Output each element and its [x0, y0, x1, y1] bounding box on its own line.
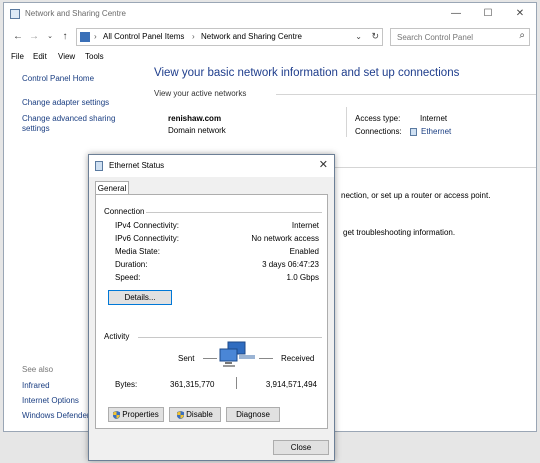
breadcrumb-network-and-sharing-centre[interactable]: Network and Sharing Centre	[201, 32, 302, 41]
media-state-label: Media State:	[115, 247, 160, 256]
speed-value: 1.0 Gbps	[286, 273, 319, 282]
properties-label: Properties	[122, 410, 159, 419]
network-type: Domain network	[168, 126, 226, 135]
ethernet-link-text: Ethernet	[421, 127, 452, 136]
network-name: renishaw.com	[168, 114, 222, 123]
vertical-divider	[346, 107, 347, 137]
control-panel-icon	[80, 32, 90, 42]
minimize-button[interactable]: —	[440, 3, 472, 25]
up-arrow-icon[interactable]: ↑	[59, 30, 71, 44]
address-bar[interactable]: › All Control Panel Items › Network and …	[76, 28, 383, 46]
section-divider	[276, 94, 536, 95]
window-title: Network and Sharing Centre	[25, 9, 126, 18]
uac-shield-icon	[177, 410, 185, 419]
uac-shield-icon	[113, 410, 121, 419]
general-tab-panel: Connection IPv4 Connectivity: Internet I…	[95, 194, 328, 429]
properties-button[interactable]: Properties	[108, 407, 164, 422]
ethernet-icon	[410, 127, 417, 136]
partial-text-troubleshoot: get troubleshooting information.	[343, 228, 456, 237]
ipv6-label: IPv6 Connectivity:	[115, 234, 180, 243]
control-panel-home-link[interactable]: Control Panel Home	[22, 74, 94, 84]
maximize-button[interactable]: ☐	[472, 3, 504, 25]
partial-text-router: nection, or set up a router or access po…	[341, 191, 491, 200]
dialog-title: Ethernet Status	[109, 161, 165, 170]
refresh-icon[interactable]: ↻	[371, 31, 379, 42]
menu-file[interactable]: File	[11, 52, 24, 61]
network-app-icon	[10, 9, 20, 19]
back-arrow-icon[interactable]: ←	[12, 30, 24, 44]
bytes-divider	[236, 377, 237, 389]
breadcrumb-separator-icon[interactable]: ›	[192, 32, 195, 41]
search-input[interactable]	[397, 31, 509, 43]
disable-button[interactable]: Disable	[169, 407, 221, 422]
breadcrumb-all-control-panel-items[interactable]: All Control Panel Items	[103, 32, 184, 41]
ethernet-icon	[95, 161, 103, 171]
connections-label: Connections:	[355, 127, 402, 136]
bytes-sent-value: 361,315,770	[170, 380, 215, 389]
received-label: Received	[281, 354, 315, 363]
connection-group-label: Connection	[104, 207, 145, 216]
address-dropdown-icon[interactable]: ⌄	[355, 32, 362, 41]
change-adapter-settings-link[interactable]: Change adapter settings	[22, 98, 109, 108]
activity-group-line	[138, 337, 322, 338]
tab-general[interactable]: General	[95, 181, 129, 195]
received-dash	[259, 358, 273, 359]
title-bar: Network and Sharing Centre — ☐ ✕	[4, 3, 536, 25]
speed-label: Speed:	[115, 273, 141, 282]
connection-group-line	[146, 212, 322, 213]
access-type-label: Access type:	[355, 114, 401, 123]
see-also-heading: See also	[22, 365, 54, 374]
active-networks-label: View your active networks	[154, 89, 247, 98]
bytes-label: Bytes:	[115, 380, 138, 389]
windows-defender-link[interactable]: Windows Defender	[22, 411, 90, 421]
activity-group-label: Activity	[104, 332, 130, 341]
bytes-received-value: 3,914,571,494	[265, 380, 317, 389]
dialog-close-icon[interactable]: ✕	[319, 158, 328, 171]
connections-link[interactable]: Ethernet	[410, 127, 451, 136]
menu-view[interactable]: View	[58, 52, 75, 61]
change-advanced-sharing-link[interactable]: Change advanced sharing settings	[22, 114, 122, 134]
breadcrumb-separator-icon[interactable]: ›	[94, 32, 97, 41]
ethernet-status-dialog: Ethernet Status ✕ General Connection IPv…	[88, 154, 335, 461]
media-state-value: Enabled	[289, 247, 319, 256]
close-dialog-button[interactable]: Close	[273, 440, 329, 455]
address-row: ← → ⌄ ↑ › All Control Panel Items › Netw…	[4, 25, 536, 49]
search-icon[interactable]: ⌕	[519, 30, 525, 41]
network-computers-icon	[219, 341, 255, 367]
dialog-title-bar: Ethernet Status ✕	[89, 155, 334, 177]
menu-bar: File Edit View Tools	[4, 50, 536, 64]
page-heading: View your basic network information and …	[154, 67, 460, 79]
sent-label: Sent	[178, 354, 195, 363]
sent-dash	[203, 358, 217, 359]
ipv4-value: Internet	[291, 221, 319, 230]
duration-label: Duration:	[115, 260, 148, 269]
search-box[interactable]: ⌕	[390, 28, 530, 46]
infrared-link[interactable]: Infrared	[22, 381, 50, 391]
diagnose-button[interactable]: Diagnose	[226, 407, 280, 422]
duration-value: 3 days 06:47:23	[262, 260, 319, 269]
menu-edit[interactable]: Edit	[33, 52, 47, 61]
disable-label: Disable	[186, 410, 213, 419]
forward-arrow-icon[interactable]: →	[28, 30, 40, 44]
ipv4-label: IPv4 Connectivity:	[115, 221, 180, 230]
details-button[interactable]: Details...	[108, 290, 172, 305]
internet-options-link[interactable]: Internet Options	[22, 396, 79, 406]
close-button[interactable]: ✕	[504, 3, 536, 25]
access-type-value: Internet	[420, 114, 448, 123]
ipv6-value: No network access	[251, 234, 319, 243]
recent-dropdown-icon[interactable]: ⌄	[44, 30, 56, 44]
menu-tools[interactable]: Tools	[85, 52, 104, 61]
